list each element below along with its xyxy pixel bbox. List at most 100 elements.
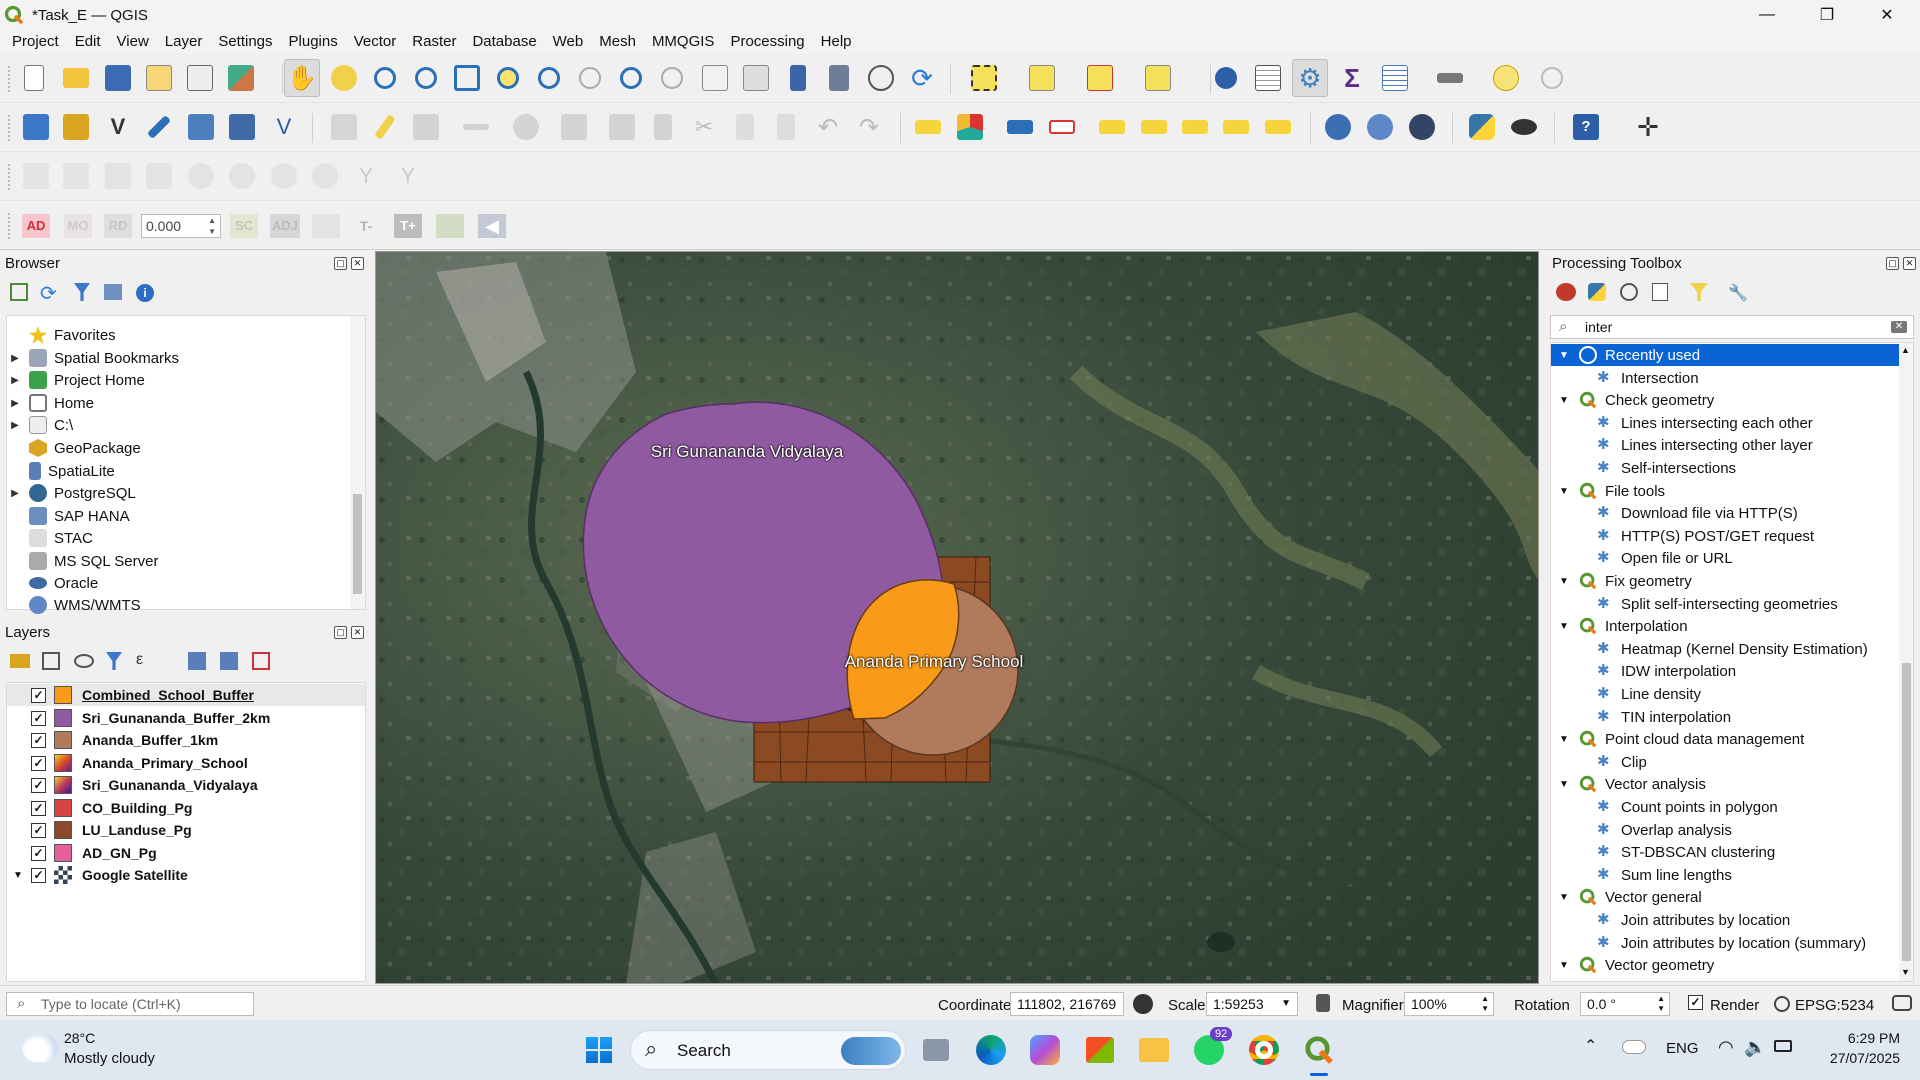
browser-item-c-drive[interactable]: ▶ C:\ <box>7 414 73 436</box>
ad-button[interactable]: AD <box>22 214 50 238</box>
layer-row-sri-gunananda-vidyalaya[interactable]: ✓ Sri_Gunananda_Vidyalaya <box>7 774 365 796</box>
toggle-editing-button[interactable] <box>367 108 403 146</box>
map-tips-button[interactable] <box>1488 59 1524 97</box>
toolbox-algorithm-join-attributes-by-location-summary[interactable]: ✱ Join attributes by location (summary) <box>1551 932 1899 954</box>
filter-legend-icon[interactable] <box>106 652 122 670</box>
weather-cloud-icon[interactable] <box>22 1034 58 1062</box>
mo-button[interactable]: MO <box>64 214 92 238</box>
expand-arrow-icon[interactable]: ▼ <box>1555 892 1573 903</box>
open-project-button[interactable] <box>58 59 94 97</box>
new-geopackage-layer-button[interactable] <box>58 108 94 146</box>
remove-layer-icon[interactable] <box>252 652 270 670</box>
browser-scrollbar-thumb[interactable] <box>353 494 362 594</box>
onedrive-cloud-icon[interactable] <box>1622 1040 1646 1054</box>
layer-row-combined-school-buffer[interactable]: ✓ Combined_School_Buffer <box>7 684 365 706</box>
browser-item-wms[interactable]: WMS/WMTS <box>7 594 141 616</box>
measure-line-button[interactable] <box>1432 59 1468 97</box>
locator-tool-button[interactable] <box>1534 59 1570 97</box>
layer-style-icon[interactable] <box>10 654 30 668</box>
delete-ring-button[interactable]: Y <box>348 157 384 195</box>
float-panel-button[interactable]: ▢ <box>334 626 347 639</box>
menu-settings[interactable]: Settings <box>210 30 280 54</box>
toolbox-algorithm-line-density[interactable]: ✱ Line density <box>1551 683 1899 705</box>
browser-item-sap-hana[interactable]: SAP HANA <box>7 505 130 527</box>
reshape-features-button[interactable] <box>100 157 136 195</box>
layer-visibility-checkbox[interactable]: ✓ <box>31 867 46 883</box>
toolbox-algorithm-idw-interpolation[interactable]: ✱ IDW interpolation <box>1551 660 1899 682</box>
open-attribute-table-dropdown-button[interactable] <box>1377 59 1413 97</box>
wifi-icon[interactable]: ◠ <box>1718 1037 1734 1058</box>
statistical-summary-button[interactable]: Σ <box>1334 59 1370 97</box>
python-scripts-icon[interactable] <box>1588 283 1606 301</box>
browser-item-postgresql[interactable]: ▶ PostgreSQL <box>7 482 136 504</box>
maximize-button[interactable]: ❐ <box>1804 0 1850 30</box>
menu-layer[interactable]: Layer <box>157 30 211 54</box>
browser-item-home[interactable]: ▶ Home <box>7 392 94 414</box>
data-source-manager-button[interactable] <box>18 108 54 146</box>
toolbox-algorithm-intersection[interactable]: ✱ Intersection <box>1551 367 1899 389</box>
layer-visibility-checkbox[interactable]: ✓ <box>31 845 46 861</box>
new-shapefile-layer-button[interactable]: V <box>100 108 136 146</box>
toolbox-group-vector-general[interactable]: ▼ Vector general <box>1551 886 1899 908</box>
move-label-button[interactable] <box>1177 108 1213 146</box>
crosshair-button[interactable]: ✛ <box>1630 108 1666 146</box>
copy-features-button[interactable] <box>727 108 763 146</box>
metasearch-button[interactable] <box>1320 108 1356 146</box>
select-features-button[interactable] <box>966 59 1002 97</box>
filter-expression-icon[interactable]: ε <box>136 651 143 669</box>
zoom-in-button[interactable] <box>367 59 403 97</box>
toolbox-group-recently-used[interactable]: ▼ Recently used <box>1551 344 1899 366</box>
toolbox-algorithm-join-attributes-by-location[interactable]: ✱ Join attributes by location <box>1551 909 1899 931</box>
zoom-native-button[interactable] <box>572 59 608 97</box>
menu-web[interactable]: Web <box>545 30 592 54</box>
layer-row-co-building[interactable]: ✓ CO_Building_Pg <box>7 797 365 819</box>
layer-row-ananda-buffer[interactable]: ✓ Ananda_Buffer_1km <box>7 729 365 751</box>
expand-arrow-icon[interactable]: ▼ <box>1555 960 1573 971</box>
toolbox-algorithm-count-points-in-polygon[interactable]: ✱ Count points in polygon <box>1551 796 1899 818</box>
split-parts-button[interactable] <box>58 157 94 195</box>
whatsapp-button[interactable]: 92 <box>1192 1027 1233 1067</box>
save-edits-button[interactable] <box>408 108 444 146</box>
pan-to-selection-button[interactable] <box>326 59 362 97</box>
toolbox-scrollbar[interactable]: ▲ ▼ <box>1899 343 1913 981</box>
chrome-button[interactable] <box>1247 1033 1281 1067</box>
toggle-extents-icon[interactable] <box>1133 994 1153 1014</box>
rotation-spinbox[interactable]: 0.0 ° ▲ ▼ <box>1580 992 1670 1016</box>
float-panel-button[interactable]: ▢ <box>1886 257 1899 270</box>
crs-globe-icon[interactable] <box>1774 996 1790 1012</box>
task-view-button[interactable] <box>919 1033 953 1067</box>
show-hidden-icons-button[interactable]: ⌃ <box>1584 1036 1597 1056</box>
minimize-button[interactable]: — <box>1744 0 1790 30</box>
back-button[interactable]: ◀ <box>478 214 506 238</box>
close-window-button[interactable]: ✕ <box>1864 0 1910 30</box>
toolbox-algorithm-self-intersections[interactable]: ✱ Self-intersections <box>1551 457 1899 479</box>
paste-features-button[interactable] <box>768 108 804 146</box>
expand-arrow-icon[interactable]: ▼ <box>1555 576 1573 587</box>
tracing-button[interactable] <box>436 214 464 238</box>
collapse-all-icon[interactable] <box>104 284 122 300</box>
messages-icon[interactable] <box>1892 995 1912 1011</box>
toolbox-algorithm-open-file-or-url[interactable]: ✱ Open file or URL <box>1551 547 1899 569</box>
models-icon[interactable] <box>1556 283 1576 301</box>
eye-icon[interactable] <box>74 654 94 668</box>
layer-row-sri-gunananda-buffer[interactable]: ✓ Sri_Gunananda_Buffer_2km <box>7 707 365 729</box>
battery-icon[interactable] <box>1774 1040 1792 1052</box>
toolbox-group-interpolation[interactable]: ▼ Interpolation <box>1551 615 1899 637</box>
new-spatial-bookmark-button[interactable] <box>780 59 816 97</box>
toolbox-group-vector-analysis[interactable]: ▼ Vector analysis <box>1551 773 1899 795</box>
change-label-button[interactable] <box>1260 108 1296 146</box>
layer-labeling-button[interactable] <box>910 108 946 146</box>
options-wrench-icon[interactable]: 🔧 <box>1728 283 1748 302</box>
style-manager-button[interactable] <box>223 59 259 97</box>
expand-arrow-icon[interactable]: ▼ <box>1555 395 1573 406</box>
select-location-button[interactable] <box>1140 59 1176 97</box>
close-panel-button[interactable]: ✕ <box>351 626 364 639</box>
toolbox-group-check-geometry[interactable]: ▼ Check geometry <box>1551 389 1899 411</box>
menu-help[interactable]: Help <box>813 30 860 54</box>
refresh-button[interactable]: ⟳ <box>904 59 940 97</box>
new-project-button[interactable] <box>16 59 52 97</box>
identify-features-button[interactable] <box>1208 59 1244 97</box>
refresh-icon[interactable]: ⟳ <box>40 281 57 306</box>
toolbox-algorithm-split-self-intersecting-geometries[interactable]: ✱ Split self-intersecting geometries <box>1551 593 1899 615</box>
adj-button[interactable]: ADJ <box>270 214 300 238</box>
